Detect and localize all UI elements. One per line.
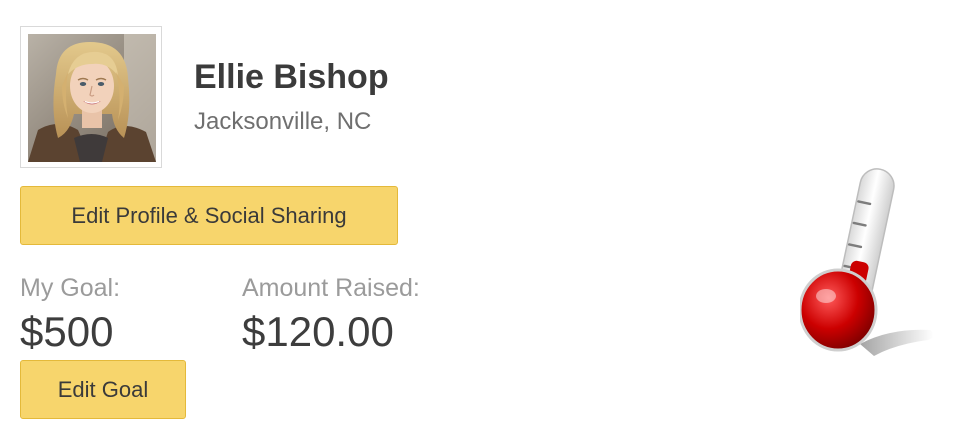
profile-name: Ellie Bishop (194, 58, 389, 96)
profile-location: Jacksonville, NC (194, 108, 372, 135)
goal-value: $500 (20, 308, 114, 355)
amount-raised-value: $120.00 (242, 308, 394, 355)
edit-profile-button[interactable]: Edit Profile & Social Sharing (20, 186, 398, 245)
amount-raised-label: Amount Raised: (242, 274, 420, 302)
thermometer-icon (800, 168, 934, 356)
goal-label: My Goal: (20, 274, 121, 302)
avatar (20, 26, 162, 168)
edit-goal-button[interactable]: Edit Goal (20, 360, 186, 419)
avatar-photo (28, 34, 156, 162)
